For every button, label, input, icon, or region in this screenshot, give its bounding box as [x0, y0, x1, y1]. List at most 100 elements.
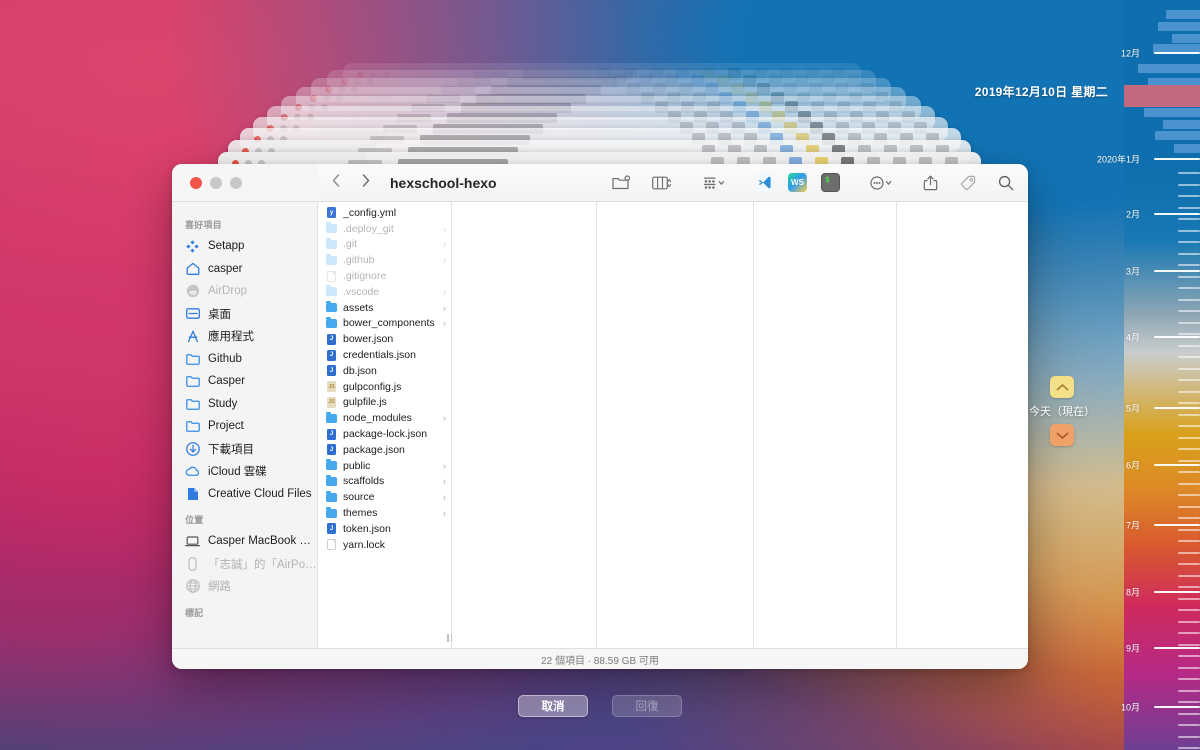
cancel-button[interactable]: 取消 [518, 695, 588, 717]
preview-column-2[interactable] [447, 202, 597, 648]
timeline-snapshot[interactable] [1158, 22, 1200, 31]
sidebar-item-icloud[interactable]: iCloud 雲碟 [172, 460, 317, 483]
sidebar-item-casper[interactable]: Casper [172, 370, 317, 393]
sidebar-item-study[interactable]: Study [172, 393, 317, 416]
preview-column-5[interactable] [897, 202, 1028, 648]
sidebar-item-setapp[interactable]: Setapp [172, 235, 317, 258]
timeline-snapshot-selected[interactable] [1124, 85, 1200, 107]
sidebar-item-[interactable]: 應用程式 [172, 325, 317, 348]
timeline-tick [1178, 241, 1200, 243]
timeline-tick [1178, 471, 1200, 473]
file-list-item[interactable]: themes › [318, 505, 451, 521]
terminal-app-icon[interactable]: $ [821, 173, 840, 192]
timeline-month-tick [1154, 407, 1200, 409]
timeline-navigation: 今天（現在） [1029, 376, 1095, 446]
file-list-item[interactable]: public › [318, 458, 451, 474]
sidebar-item-project[interactable]: Project [172, 415, 317, 438]
tag-icon[interactable] [960, 175, 976, 191]
folder-icon [185, 419, 200, 434]
file-list-item[interactable]: scaffolds › [318, 474, 451, 490]
timeline-month-tick [1154, 270, 1200, 272]
go-back-in-time-button[interactable] [1050, 376, 1074, 398]
chevron-right-icon: › [443, 318, 446, 329]
file-list-item[interactable]: .deploy_git › [318, 221, 451, 237]
timeline-snapshot[interactable] [1155, 131, 1200, 140]
sidebar-item-creative-cloud-files[interactable]: Creative Cloud Files [172, 483, 317, 506]
timeline-month-label: 4月 [1125, 332, 1140, 343]
webstorm-app-icon[interactable]: WS [788, 173, 807, 192]
timeline-tick [1178, 275, 1200, 278]
document-icon [185, 486, 200, 501]
new-folder-icon[interactable] [612, 175, 630, 190]
view-column-icon[interactable] [652, 176, 673, 190]
file-list-item[interactable]: Jpackage-lock.json [318, 426, 451, 442]
file-list-item[interactable]: node_modules › [318, 410, 451, 426]
file-list-item[interactable]: yarn.lock [318, 537, 451, 553]
sidebar-item-airpor[interactable]: 「志誠」的「AirPor... [172, 553, 317, 576]
minimize-button[interactable] [210, 176, 222, 189]
vscode-app-icon[interactable] [755, 173, 774, 192]
go-forward-in-time-button[interactable] [1050, 424, 1074, 446]
timeline-scale[interactable]: 12月 2020年1月 2月 3月 4月 5月 6月 7月 8月 9月 10月 [1097, 0, 1200, 750]
json-file-icon: J [326, 428, 337, 440]
timeline-tick [1178, 252, 1200, 255]
timeline-snapshot[interactable] [1166, 10, 1200, 19]
file-list-item[interactable]: .github › [318, 252, 451, 268]
file-list-column[interactable]: y _config.yml .deploy_git › .git › .github › .gi… [318, 202, 452, 648]
preview-column-4[interactable] [754, 202, 897, 648]
sidebar-item-airdrop[interactable]: AirDrop [172, 280, 317, 303]
chevron-right-icon: › [443, 460, 446, 471]
file-list-item[interactable]: .vscode › [318, 284, 451, 300]
timeline-snapshot[interactable] [1174, 144, 1200, 153]
timeline-month-label: 3月 [1125, 266, 1140, 277]
sidebar-item-casper-macbook-pro[interactable]: Casper MacBook Pro [172, 530, 317, 553]
file-list-item[interactable]: source › [318, 489, 451, 505]
forward-button[interactable] [362, 173, 370, 192]
column-resize-handle[interactable] [444, 633, 455, 642]
file-list-item[interactable]: Jcredentials.json [318, 347, 451, 363]
sidebar-item-github[interactable]: Github [172, 348, 317, 371]
file-list-item[interactable]: .git › [318, 237, 451, 253]
timeline-snapshot[interactable] [1144, 108, 1200, 117]
sidebar-item-[interactable]: 桌面 [172, 303, 317, 326]
finder-window[interactable]: hexschool-hexo WS $ 喜好項目 Setapp casper A… [172, 164, 1028, 669]
search-icon[interactable] [998, 175, 1014, 191]
action-menu-icon[interactable] [870, 175, 893, 190]
maximize-button[interactable] [230, 176, 242, 189]
timeline-snapshot[interactable] [1138, 64, 1200, 73]
timeline-tick [1178, 666, 1200, 669]
share-icon[interactable] [923, 175, 938, 191]
sidebar-item-[interactable]: 下載項目 [172, 438, 317, 461]
folder-icon [326, 285, 337, 298]
file-list-item[interactable]: Jpackage.json [318, 442, 451, 458]
file-list-item[interactable]: Jdb.json [318, 363, 451, 379]
folder-icon [185, 396, 200, 411]
file-list-item[interactable]: .gitignore [318, 268, 451, 284]
timeline-snapshot[interactable] [1172, 34, 1200, 43]
sidebar-item-casper[interactable]: casper [172, 258, 317, 281]
finder-titlebar: hexschool-hexo WS $ [172, 164, 1028, 202]
file-list-item[interactable]: y _config.yml [318, 205, 451, 221]
file-list-item[interactable]: JS gulpfile.js [318, 395, 451, 411]
webstorm-label: WS [791, 178, 804, 187]
file-list-item[interactable]: Jbower.json [318, 331, 451, 347]
close-button[interactable] [190, 176, 202, 189]
timeline-tick [1178, 505, 1200, 508]
sidebar-item-label: 桌面 [208, 308, 231, 321]
preview-column-3[interactable] [597, 202, 754, 648]
file-list-item[interactable]: JS gulpconfig.js [318, 379, 451, 395]
timeline-month-label: 8月 [1125, 587, 1140, 598]
timeline-tick [1178, 632, 1200, 634]
file-list-item[interactable]: Jtoken.json [318, 521, 451, 537]
time-machine-timeline[interactable]: 12月 2020年1月 2月 3月 4月 5月 6月 7月 8月 9月 10月 [1097, 0, 1200, 750]
json-file-icon: J [326, 349, 337, 361]
finder-sidebar[interactable]: 喜好項目 Setapp casper AirDrop 桌面 應用程式 Github Caspe… [172, 202, 318, 648]
back-button[interactable] [332, 173, 340, 192]
file-name: .deploy_git [343, 222, 394, 235]
sidebar-item-[interactable]: 網路 [172, 575, 317, 598]
file-list-item[interactable]: assets › [318, 300, 451, 316]
group-by-icon[interactable] [703, 176, 725, 190]
file-list-item[interactable]: bower_components › [318, 316, 451, 332]
timeline-snapshot[interactable] [1163, 120, 1200, 129]
file-name: package-lock.json [343, 428, 428, 441]
